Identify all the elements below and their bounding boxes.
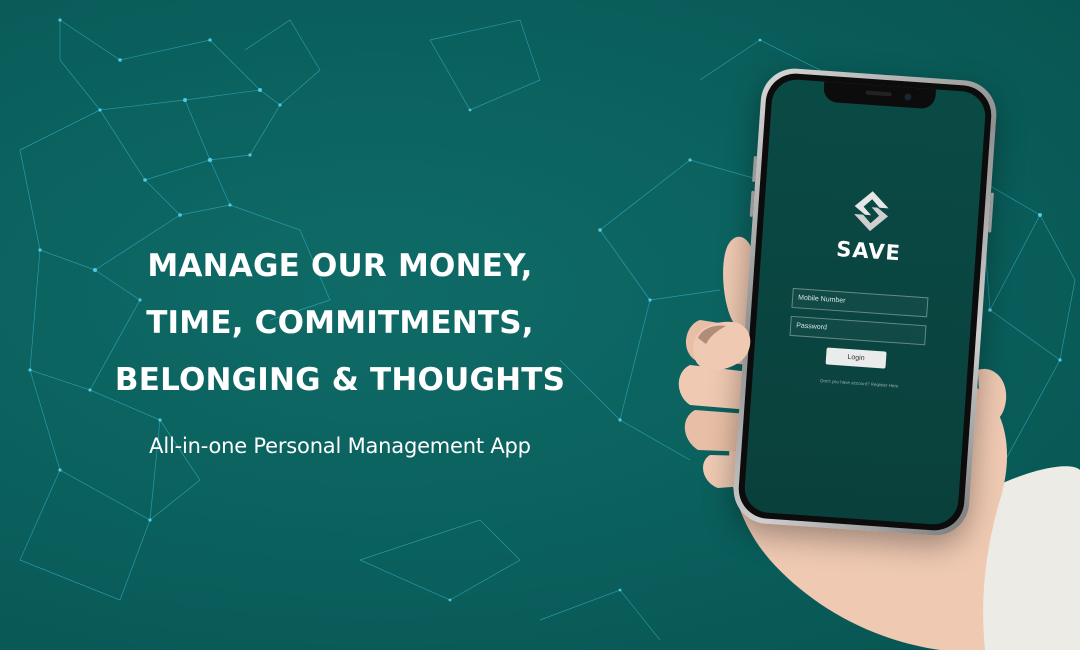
phone-bezel: SAVE Mobile Number Password Login Don't … bbox=[736, 71, 994, 533]
app-name: SAVE bbox=[835, 236, 902, 266]
phone-volume-button bbox=[749, 190, 755, 217]
register-link[interactable]: Don't you have account? Register Here bbox=[752, 373, 966, 393]
phone-notch bbox=[822, 81, 937, 110]
mobile-number-field[interactable]: Mobile Number bbox=[791, 287, 929, 318]
save-logo-icon bbox=[854, 191, 889, 232]
hero-banner: MANAGE OUR MONEY, TIME, COMMITMENTS, BEL… bbox=[0, 0, 1080, 650]
headline-line-2: TIME, COMMITMENTS, bbox=[146, 305, 534, 341]
speaker-icon bbox=[865, 90, 892, 97]
phone-volume-button bbox=[752, 155, 757, 183]
phone-mockup: SAVE Mobile Number Password Login Don't … bbox=[731, 66, 999, 538]
hero-headline: MANAGE OUR MONEY, TIME, COMMITMENTS, BEL… bbox=[60, 238, 620, 409]
password-field[interactable]: Password bbox=[789, 315, 927, 346]
hero-subtitle: All-in-one Personal Management App bbox=[149, 434, 531, 458]
headline-line-1: MANAGE OUR MONEY, bbox=[147, 248, 533, 284]
app-login-screen: SAVE Mobile Number Password Login Don't … bbox=[743, 78, 987, 526]
login-button[interactable]: Login bbox=[825, 347, 887, 369]
camera-icon bbox=[904, 93, 912, 101]
thumb-overlay bbox=[693, 321, 751, 371]
headline-line-3: BELONGING & THOUGHTS bbox=[114, 362, 566, 398]
